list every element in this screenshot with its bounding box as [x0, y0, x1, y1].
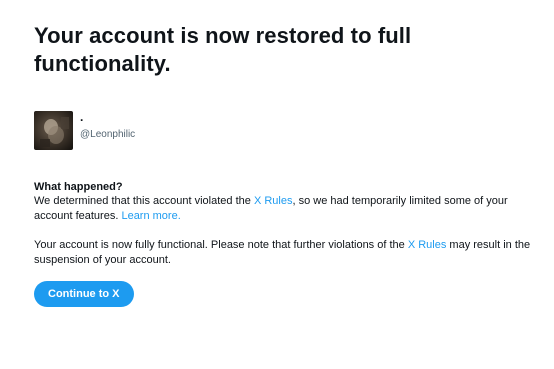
page-title: Your account is now restored to full fun…: [34, 23, 412, 76]
x-rules-link-2[interactable]: X Rules: [408, 239, 447, 251]
x-rules-link[interactable]: X Rules: [254, 195, 293, 207]
explanation-text: We determined that this account violated…: [34, 194, 534, 224]
explanation-text-part: We determined that this account violated…: [34, 195, 254, 207]
account-card: . @Leonphilic: [34, 111, 534, 151]
avatar: [34, 111, 73, 150]
restoration-notice: Your account is now restored to full fun…: [34, 22, 534, 307]
learn-more-link[interactable]: Learn more.: [121, 210, 180, 222]
continue-button[interactable]: Continue to X: [34, 281, 134, 307]
what-happened-section: What happened? We determined that this a…: [34, 181, 534, 268]
display-name: .: [80, 110, 84, 124]
status-text-part: Your account is now fully functional. Pl…: [34, 239, 408, 251]
section-title: What happened?: [34, 181, 123, 193]
account-handle: @Leonphilic: [80, 129, 136, 140]
status-text: Your account is now fully functional. Pl…: [34, 238, 534, 268]
